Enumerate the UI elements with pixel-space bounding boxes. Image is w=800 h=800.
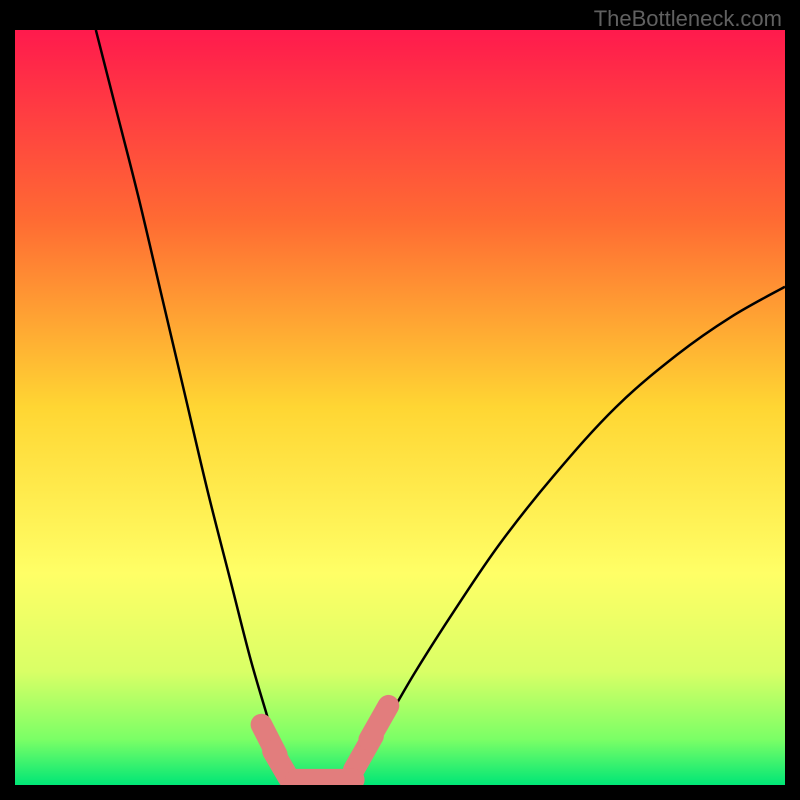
watermark-text: TheBottleneck.com [594, 6, 782, 32]
chart-background [15, 30, 785, 785]
plot-frame [15, 30, 785, 785]
marker-1 [273, 751, 288, 777]
chart-svg [15, 30, 785, 785]
